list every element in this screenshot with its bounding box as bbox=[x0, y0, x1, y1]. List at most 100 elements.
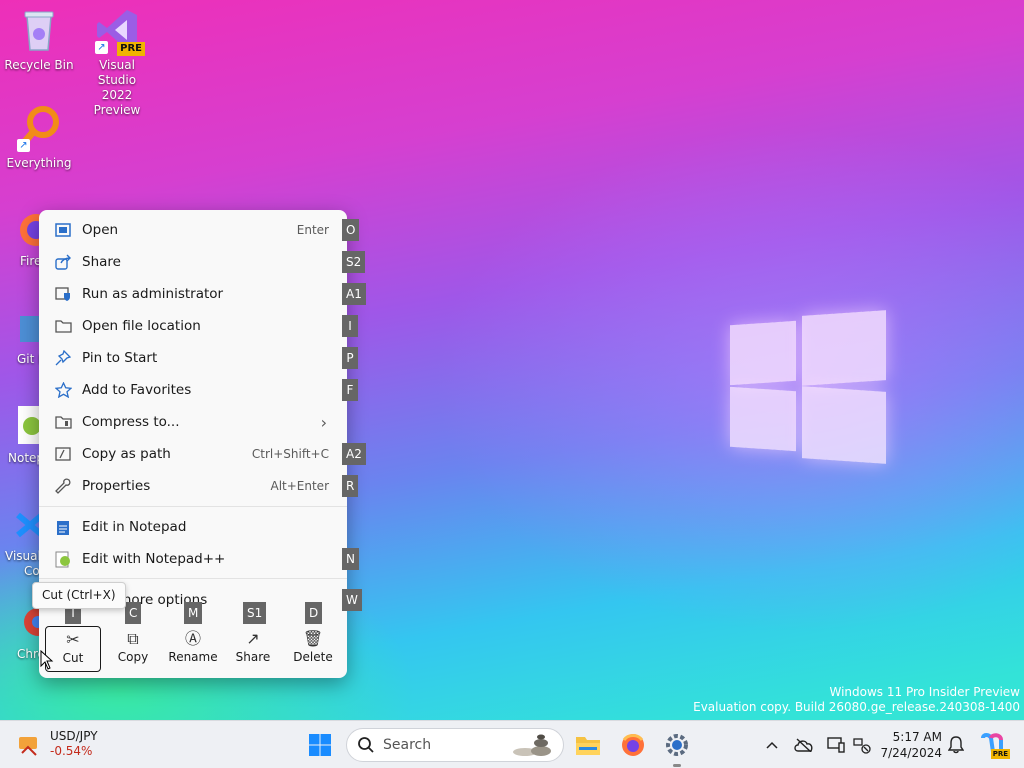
menu-item-label: Run as administrator bbox=[82, 286, 224, 302]
shield-icon bbox=[54, 285, 72, 303]
firefox-taskbar-button[interactable] bbox=[617, 729, 649, 761]
vscode-desktop-icon[interactable] bbox=[14, 505, 44, 545]
menu-item-label: Compress to... bbox=[82, 414, 180, 430]
trash-icon: 🗑 bbox=[302, 629, 324, 648]
share-label: Share bbox=[235, 650, 271, 664]
git-bash-desktop-icon[interactable] bbox=[14, 308, 42, 348]
shortcut-arrow-icon: ↗ bbox=[17, 139, 30, 152]
access-key-copy-as-path: A2 bbox=[342, 443, 366, 465]
desktop-icon-label: 2022 Preview bbox=[93, 88, 141, 117]
access-key-delete: D bbox=[305, 602, 323, 624]
menu-item-shortcut: Ctrl+Shift+C bbox=[251, 447, 329, 461]
start-button[interactable] bbox=[304, 729, 336, 761]
menu-separator bbox=[39, 506, 347, 507]
menu-separator bbox=[39, 578, 347, 579]
menu-item-label: Pin to Start bbox=[82, 350, 158, 366]
share-icon bbox=[54, 253, 72, 271]
menu-item-open-file-location[interactable]: Open file location bbox=[43, 311, 343, 341]
copilot-preview-button[interactable]: PRE bbox=[976, 729, 1010, 761]
settings-taskbar-button[interactable] bbox=[661, 729, 693, 767]
cut-label: Cut bbox=[62, 651, 84, 665]
rename-label: Rename bbox=[168, 650, 218, 664]
mouse-cursor-icon bbox=[40, 649, 54, 670]
rename-button[interactable]: Ⓐ Rename bbox=[165, 626, 221, 672]
copy-button[interactable]: ⧉ Copy bbox=[105, 626, 161, 672]
search-highlight-stones-icon bbox=[511, 733, 557, 757]
menu-item-label: Copy as path bbox=[82, 446, 171, 462]
quick-action-bar: ✂ Cut ⧉ Copy Ⓐ Rename ↗ Share 🗑 Delete bbox=[43, 624, 343, 674]
menu-item-label: Edit with Notepad++ bbox=[82, 551, 226, 567]
gear-icon bbox=[666, 734, 688, 756]
everything-search-icon: ↗ bbox=[15, 104, 63, 152]
firefox-desktop-icon[interactable] bbox=[14, 208, 52, 248]
menu-item-shortcut: Enter bbox=[296, 223, 329, 237]
windows-logo-wallpaper bbox=[730, 305, 886, 465]
search-placeholder: Search bbox=[383, 737, 432, 753]
desktop-icon-everything[interactable]: ↗ Everything bbox=[1, 104, 77, 171]
taskbar: USD/JPY -0.54% Search 5:17 AM 7/24/2024 … bbox=[0, 720, 1024, 768]
cut-tooltip: Cut (Ctrl+X) bbox=[32, 582, 126, 609]
menu-item-label: Properties bbox=[82, 478, 151, 494]
display-device-icon[interactable] bbox=[826, 735, 846, 755]
access-key-open: O bbox=[342, 219, 360, 241]
menu-item-open[interactable]: Open Enter bbox=[43, 215, 343, 245]
share-icon: ↗ bbox=[246, 629, 260, 648]
access-key-rename: M bbox=[184, 602, 203, 624]
desktop-icon-visual-studio-preview[interactable]: PRE ↗ Visual Studio 2022 Preview bbox=[79, 6, 155, 118]
scissors-icon: ✂ bbox=[66, 630, 80, 649]
clock-time: 5:17 AM bbox=[892, 730, 942, 744]
menu-item-label: Add to Favorites bbox=[82, 382, 192, 398]
access-key-share-quick: S1 bbox=[243, 602, 267, 624]
notification-bell-icon[interactable] bbox=[946, 735, 966, 755]
menu-item-edit-in-notepad[interactable]: Edit in Notepad bbox=[43, 512, 343, 542]
menu-item-edit-with-notepadpp[interactable]: Edit with Notepad++ bbox=[43, 544, 343, 574]
open-icon bbox=[54, 221, 72, 239]
share-button[interactable]: ↗ Share bbox=[225, 626, 281, 672]
access-key-show-more: W bbox=[342, 589, 362, 611]
watermark-line-2: Evaluation copy. Build 26080.ge_release.… bbox=[693, 700, 1020, 714]
copilot-pre-badge: PRE bbox=[990, 749, 1010, 759]
access-key-share: S2 bbox=[342, 251, 366, 273]
menu-item-add-to-favorites[interactable]: Add to Favorites bbox=[43, 375, 343, 405]
desktop-icon-label: Everything bbox=[6, 156, 72, 170]
desktop-icon-label: Recycle Bin bbox=[4, 58, 74, 72]
menu-item-properties[interactable]: Properties Alt+Enter bbox=[43, 471, 343, 501]
path-icon bbox=[54, 445, 72, 463]
search-icon bbox=[358, 737, 374, 753]
copy-label: Copy bbox=[117, 650, 149, 664]
show-hidden-icons-chevron-up-icon[interactable] bbox=[762, 735, 782, 755]
menu-item-pin-to-start[interactable]: Pin to Start bbox=[43, 343, 343, 373]
watermark-line-1: Windows 11 Pro Insider Preview bbox=[829, 685, 1020, 699]
rename-icon: Ⓐ bbox=[184, 629, 201, 648]
firefox-icon bbox=[622, 734, 644, 756]
menu-item-run-as-administrator[interactable]: Run as administrator bbox=[43, 279, 343, 309]
delete-button[interactable]: 🗑 Delete bbox=[285, 626, 341, 672]
ticker-change: -0.54% bbox=[50, 744, 93, 758]
access-key-properties: R bbox=[342, 475, 359, 497]
desktop-icon-label: Co bbox=[24, 564, 40, 578]
evaluation-watermark: Windows 11 Pro Insider Preview Evaluatio… bbox=[693, 685, 1020, 715]
menu-item-share[interactable]: Share bbox=[43, 247, 343, 277]
menu-item-compress-to[interactable]: Compress to... › bbox=[43, 407, 343, 437]
star-icon bbox=[54, 381, 72, 399]
menu-item-shortcut: Alt+Enter bbox=[270, 479, 329, 493]
onedrive-offline-icon[interactable] bbox=[794, 735, 814, 755]
network-status-icon[interactable] bbox=[852, 735, 872, 755]
access-key-copy: C bbox=[125, 602, 142, 624]
file-explorer-taskbar-button[interactable] bbox=[572, 729, 604, 761]
recycle-bin-icon bbox=[15, 6, 63, 54]
menu-item-label: Share bbox=[82, 254, 121, 270]
desktop-icon-recycle-bin[interactable]: Recycle Bin bbox=[1, 6, 77, 73]
access-key-pin-to-start: P bbox=[342, 347, 358, 369]
taskbar-clock[interactable]: 5:17 AM 7/24/2024 bbox=[880, 729, 942, 761]
menu-item-label: Open file location bbox=[82, 318, 201, 334]
taskbar-search-box[interactable]: Search bbox=[346, 728, 564, 762]
notepadpp-icon bbox=[54, 550, 72, 568]
ticker-symbol: USD/JPY bbox=[50, 729, 98, 743]
notepadpp-desktop-icon[interactable] bbox=[14, 404, 42, 446]
delete-label: Delete bbox=[293, 650, 333, 664]
widgets-ticker[interactable]: USD/JPY -0.54% bbox=[16, 729, 98, 759]
menu-item-copy-as-path[interactable]: Copy as path Ctrl+Shift+C bbox=[43, 439, 343, 469]
access-key-run-as-admin: A1 bbox=[342, 283, 366, 305]
wrench-icon bbox=[54, 477, 72, 495]
